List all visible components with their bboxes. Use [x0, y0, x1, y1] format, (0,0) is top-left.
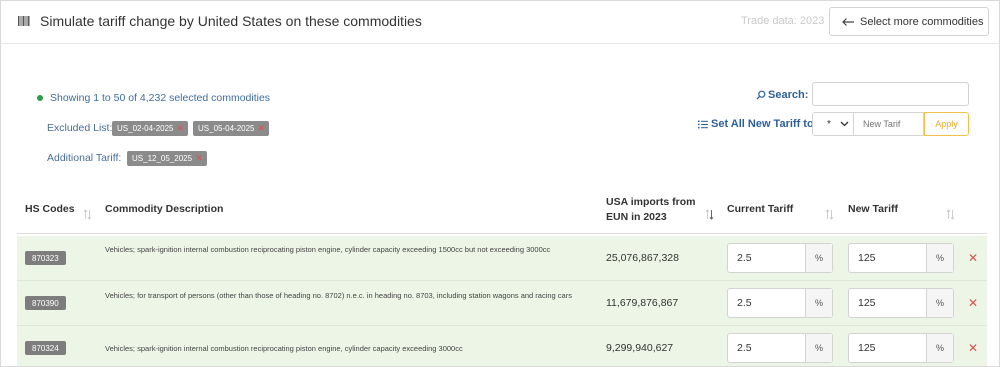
new-tariff-value[interactable]: 125	[849, 244, 926, 272]
excluded-chip[interactable]: US_02-04-2025 ✕	[112, 121, 189, 136]
operator-select[interactable]: *	[812, 112, 854, 136]
new-tariff-value[interactable]: 125	[849, 334, 926, 362]
set-all-label-text: Set All New Tariff to:	[711, 118, 818, 130]
barcode-icon	[18, 16, 30, 26]
select-more-label: Select more commodities	[860, 15, 984, 28]
col-header-imports-line2[interactable]: EUN in 2023	[606, 211, 667, 223]
col-header-hs-codes[interactable]: HS Codes	[25, 203, 75, 215]
percent-addon: %	[926, 244, 953, 272]
new-tariff-field[interactable]: 125 %	[848, 288, 954, 318]
chip-remove-icon[interactable]: ✕	[176, 123, 184, 134]
excluded-chip[interactable]: US_05-04-2025 ✕	[193, 121, 270, 136]
chevron-down-icon	[840, 121, 849, 127]
search-label: Search:	[756, 89, 808, 101]
commodity-description: Vehicles; spark-ignition internal combus…	[105, 344, 463, 353]
import-value: 9,299,940,627	[606, 342, 674, 354]
search-input[interactable]	[812, 82, 969, 106]
chip-label: US_02-04-2025	[117, 124, 174, 133]
table-row: 870323 Vehicles; spark-ignition internal…	[17, 236, 987, 281]
operator-value: *	[827, 118, 831, 130]
percent-addon: %	[926, 334, 953, 362]
table-row: 870324 Vehicles; spark-ignition internal…	[17, 326, 987, 366]
commodity-description: Vehicles; for transport of persons (othe…	[105, 291, 572, 300]
percent-addon: %	[805, 244, 832, 272]
current-tariff-value[interactable]: 2.5	[728, 334, 805, 362]
page-title: Simulate tariff change by United States …	[40, 13, 422, 29]
new-tariff-field[interactable]: 125 %	[848, 333, 954, 363]
remove-row-icon[interactable]: ✕	[968, 341, 978, 355]
status-dot-icon	[37, 95, 43, 101]
showing-summary: Showing 1 to 50 of 4,232 selected commod…	[37, 92, 270, 104]
simulate-tariff-panel: Simulate tariff change by United States …	[0, 0, 1000, 367]
search-label-text: Search:	[768, 89, 809, 101]
chip-remove-icon[interactable]: ✕	[195, 153, 203, 164]
trade-data-year: Trade data: 2023	[741, 15, 825, 27]
search-icon	[756, 90, 766, 100]
col-header-imports-line1[interactable]: USA imports from	[606, 196, 695, 208]
chip-label: US_05-04-2025	[198, 124, 255, 133]
col-header-new-tariff[interactable]: New Tariff	[848, 203, 898, 215]
sort-icon[interactable]	[825, 209, 834, 220]
chip-remove-icon[interactable]: ✕	[257, 123, 265, 134]
hs-code-badge: 870390	[25, 296, 66, 310]
import-value: 11,679,876,867	[606, 297, 679, 309]
select-more-commodities-button[interactable]: Select more commodities	[829, 7, 989, 36]
new-tariff-field[interactable]: 125 %	[848, 243, 954, 273]
col-header-current-tariff[interactable]: Current Tariff	[727, 203, 793, 215]
list-icon	[698, 120, 708, 128]
showing-text: Showing 1 to 50 of 4,232 selected commod…	[50, 92, 271, 104]
sort-icon[interactable]	[946, 209, 955, 220]
new-tariff-input[interactable]	[854, 112, 924, 136]
chip-label: US_12_05_2025	[132, 154, 193, 163]
remove-row-icon[interactable]: ✕	[968, 296, 978, 310]
remove-row-icon[interactable]: ✕	[968, 251, 978, 265]
current-tariff-field[interactable]: 2.5 %	[727, 333, 833, 363]
import-value: 25,076,867,328	[606, 252, 679, 264]
table-header-divider	[17, 233, 987, 234]
current-tariff-value[interactable]: 2.5	[728, 289, 805, 317]
commodity-description: Vehicles; spark-ignition internal combus…	[105, 245, 551, 254]
current-tariff-field[interactable]: 2.5 %	[727, 288, 833, 318]
percent-addon: %	[805, 334, 832, 362]
percent-addon: %	[926, 289, 953, 317]
sort-icon[interactable]	[83, 209, 92, 220]
set-all-label: Set All New Tariff to:	[698, 118, 817, 130]
excluded-list-label: Excluded List:	[47, 122, 113, 134]
sort-desc-icon[interactable]	[705, 209, 714, 220]
col-header-description[interactable]: Commodity Description	[105, 203, 223, 215]
additional-tariff-label: Additional Tariff:	[47, 152, 122, 164]
hs-code-badge: 870324	[25, 341, 66, 355]
new-tariff-value[interactable]: 125	[849, 289, 926, 317]
current-tariff-value[interactable]: 2.5	[728, 244, 805, 272]
percent-addon: %	[805, 289, 832, 317]
panel-header: Simulate tariff change by United States …	[1, 1, 999, 44]
table-row: 870390 Vehicles; for transport of person…	[17, 281, 987, 326]
additional-tariff-chip[interactable]: US_12_05_2025 ✕	[127, 151, 207, 166]
arrow-left-icon	[842, 17, 854, 26]
hs-code-badge: 870323	[25, 251, 66, 265]
apply-button[interactable]: Apply	[924, 112, 969, 136]
current-tariff-field[interactable]: 2.5 %	[727, 243, 833, 273]
